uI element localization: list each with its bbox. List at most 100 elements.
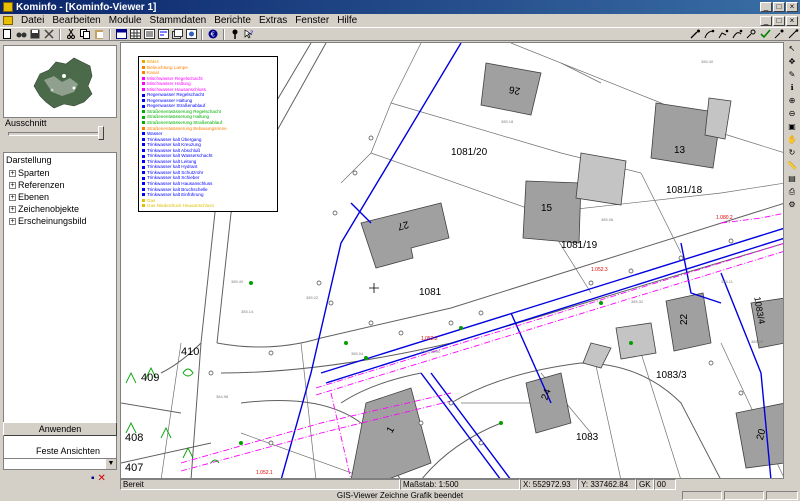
print-icon[interactable]: ⎙ (786, 186, 798, 197)
menu-bearbeiten[interactable]: Bearbeiten (48, 15, 104, 26)
hand-icon[interactable]: ✋ (786, 134, 798, 145)
svg-text:385.18: 385.18 (501, 119, 514, 124)
draw-curve-icon[interactable] (731, 29, 743, 40)
zoom-in-icon[interactable]: ⊕ (786, 95, 798, 106)
refresh-icon[interactable]: ↻ (786, 147, 798, 158)
tree-node-ebenen[interactable]: + Ebenen (4, 191, 116, 203)
snap-point-icon[interactable] (745, 29, 757, 40)
copy-icon[interactable] (79, 29, 91, 40)
svg-text:1.052.2: 1.052.2 (421, 336, 438, 342)
toolbar-separator (59, 28, 61, 40)
info-icon[interactable]: ℹ (786, 82, 798, 93)
pan-icon[interactable]: ✥ (786, 56, 798, 67)
close-button[interactable]: × (786, 2, 798, 12)
paste-icon[interactable] (93, 29, 105, 40)
save-icon[interactable] (29, 29, 41, 40)
menu-hilfe[interactable]: Hilfe (333, 15, 361, 26)
status-x: X: 552972.93 (520, 479, 578, 490)
map-legend: Bäkrs Beleuchtung Lampe Kanal Mischwasser R… (138, 56, 278, 212)
draw-polyline-icon[interactable] (717, 29, 729, 40)
svg-text:?: ? (250, 30, 253, 37)
doc-maximize-button[interactable]: □ (773, 15, 785, 26)
menu-fenster[interactable]: Fenster (291, 15, 333, 26)
zoom-window-icon[interactable]: ▣ (786, 121, 798, 132)
svg-text:385.22: 385.22 (306, 295, 319, 300)
expand-icon[interactable]: + (9, 218, 16, 226)
list-icon[interactable] (143, 29, 155, 40)
report-icon[interactable] (157, 29, 169, 40)
tree-node-sparten[interactable]: + Sparten (4, 167, 116, 179)
doc-minimize-button[interactable]: _ (760, 15, 772, 26)
zoom-out-icon[interactable]: ⊖ (786, 108, 798, 119)
zoom-slider-track[interactable] (8, 132, 104, 136)
zoom-slider-thumb[interactable] (98, 126, 104, 140)
parcel-1083-3: 1083/3 (656, 370, 687, 381)
status-cell (682, 491, 722, 500)
save-view-icon[interactable]: ▪ (91, 473, 95, 484)
expand-icon[interactable]: + (9, 206, 16, 214)
document-icon[interactable] (3, 16, 13, 25)
draw-line-icon[interactable] (689, 29, 701, 40)
svg-text:1.052.3: 1.052.3 (591, 267, 608, 273)
measure-icon[interactable] (787, 29, 799, 40)
parcel-1081-19: 1081/19 (561, 240, 598, 251)
draw-arc-icon[interactable] (703, 29, 715, 40)
tree-node-referenzen[interactable]: + Referenzen (4, 179, 116, 191)
grid-icon[interactable] (129, 29, 141, 40)
parcel-1081-20: 1081/20 (451, 147, 488, 158)
legend-swatch-icon (142, 82, 145, 86)
parcel-408: 408 (125, 432, 143, 444)
delete-icon[interactable] (43, 29, 55, 40)
window-title: Kominfo - [Kominfo-Viewer 1] (16, 1, 157, 13)
draw-point-icon[interactable] (773, 29, 785, 40)
house-number-15: 15 (541, 203, 553, 214)
legend-swatch-icon (142, 149, 145, 153)
menu-stammdaten[interactable]: Stammdaten (146, 15, 211, 26)
parcel-1081-18: 1081/18 (666, 185, 703, 196)
legend-swatch-icon (142, 126, 145, 130)
maximize-button[interactable]: □ (773, 2, 785, 12)
measure-tool-icon[interactable]: 📏 (786, 160, 798, 171)
layers-icon[interactable] (171, 29, 183, 40)
svg-text:385.14: 385.14 (241, 309, 254, 314)
fixed-views-select[interactable]: ▼ (3, 458, 117, 470)
fixed-views-label: Feste Ansichten (36, 446, 101, 456)
legend-swatch-icon (142, 143, 145, 147)
menu-datei[interactable]: Datei (17, 15, 48, 26)
settings-icon[interactable]: ⚙ (786, 199, 798, 210)
draw-icon[interactable]: ✎ (786, 69, 798, 80)
check-icon[interactable] (759, 29, 771, 40)
menu-extras[interactable]: Extras (255, 15, 291, 26)
expand-icon[interactable]: + (9, 194, 16, 202)
tree-node-erscheinungsbild[interactable]: + Erscheinungsbild (4, 215, 116, 227)
menu-module[interactable]: Module (105, 15, 146, 26)
pin-icon[interactable] (229, 29, 241, 40)
delete-view-icon[interactable]: ✕ (98, 473, 106, 484)
parcel-410: 410 (181, 346, 199, 358)
new-icon[interactable] (1, 29, 13, 40)
legend-swatch-icon (142, 154, 145, 158)
minimize-button[interactable]: _ (760, 2, 772, 12)
apply-button[interactable]: Anwenden (3, 422, 117, 436)
svg-text:PVC 90/90: PVC 90/90 (421, 349, 441, 354)
svg-text:385.11: 385.11 (721, 279, 734, 284)
overview-map-shape (33, 57, 93, 109)
cut-icon[interactable] (65, 29, 77, 40)
expand-icon[interactable]: + (9, 182, 16, 190)
svg-text:385.32: 385.32 (631, 299, 644, 304)
legend-swatch-icon (142, 65, 145, 69)
select-arrow-icon[interactable]: ↖ (786, 43, 798, 54)
doc-close-button[interactable]: × (786, 15, 798, 26)
map-canvas[interactable]: 1.052.2 1.080.2 1.052.3 1.052.1 385.40 385.… (120, 42, 784, 479)
menu-berichte[interactable]: Berichte (210, 15, 255, 26)
overview-map[interactable] (3, 45, 117, 118)
table-icon[interactable] (115, 29, 127, 40)
layer-tool-icon[interactable]: ▤ (786, 173, 798, 184)
help-pointer-icon[interactable]: ? (243, 29, 255, 40)
euro-icon[interactable]: € (207, 29, 219, 40)
chevron-down-icon[interactable]: ▼ (106, 459, 116, 469)
map-view-icon[interactable] (185, 29, 197, 40)
expand-icon[interactable]: + (9, 170, 16, 178)
binoculars-icon[interactable] (15, 29, 27, 40)
tree-node-zeichenobjekte[interactable]: + Zeichenobjekte (4, 203, 116, 215)
